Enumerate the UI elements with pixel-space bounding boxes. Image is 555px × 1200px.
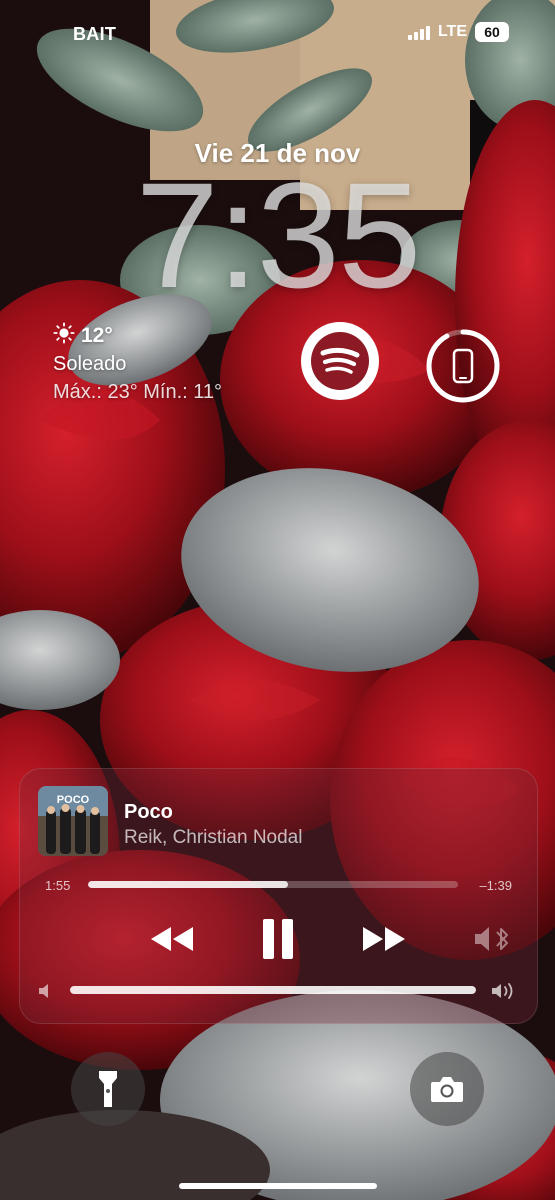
battery-icon: 60 xyxy=(475,22,509,42)
flashlight-icon xyxy=(99,1071,117,1107)
previous-track-button[interactable] xyxy=(146,919,198,959)
remaining-time: –1:39 xyxy=(479,878,512,893)
playback-progress-fill xyxy=(88,881,288,888)
fast-forward-icon xyxy=(363,927,405,951)
sun-icon xyxy=(53,322,75,350)
home-indicator[interactable] xyxy=(179,1183,377,1189)
weather-condition: Soleado xyxy=(53,353,127,375)
speaker-bluetooth-icon xyxy=(475,927,508,951)
playback-scrubber[interactable] xyxy=(88,881,458,888)
track-artist: Reik, Christian Nodal xyxy=(124,827,303,848)
camera-button[interactable] xyxy=(410,1052,484,1126)
flashlight-button[interactable] xyxy=(71,1052,145,1126)
album-art-title: POCO xyxy=(57,794,90,806)
volume-level-fill xyxy=(70,986,476,994)
spotify-widget[interactable] xyxy=(301,322,379,400)
pause-button[interactable] xyxy=(256,915,300,963)
lock-screen-time: 7:35 xyxy=(135,151,422,319)
album-art[interactable]: POCO xyxy=(38,786,108,856)
camera-icon xyxy=(431,1077,463,1102)
weather-widget[interactable]: 12° Soleado Máx.: 23° Mín.: 11° xyxy=(53,322,222,404)
network-label: LTE xyxy=(437,23,467,40)
track-title: Poco xyxy=(124,801,173,823)
next-track-button[interactable] xyxy=(358,919,410,959)
elapsed-time: 1:55 xyxy=(45,878,71,893)
carrier-label: BAIT xyxy=(73,24,117,44)
signal-icon xyxy=(407,24,430,40)
phone-battery-widget[interactable] xyxy=(425,328,501,404)
now-playing-card[interactable]: POCO Poco Reik, Christian Nodal 1:55 –1:… xyxy=(19,768,538,1024)
pause-icon xyxy=(263,919,293,959)
weather-range: Máx.: 23° Mín.: 11° xyxy=(53,381,223,403)
audio-output-button[interactable] xyxy=(470,921,514,957)
spotify-icon xyxy=(311,332,369,390)
volume-slider[interactable] xyxy=(70,986,476,994)
battery-percentage: 60 xyxy=(484,24,500,40)
volume-high-icon xyxy=(491,981,519,1006)
status-icons: LTE 60 xyxy=(407,22,509,42)
rewind-icon xyxy=(151,927,193,951)
volume-low-icon xyxy=(38,983,52,1004)
weather-temperature: 12° xyxy=(81,324,113,347)
